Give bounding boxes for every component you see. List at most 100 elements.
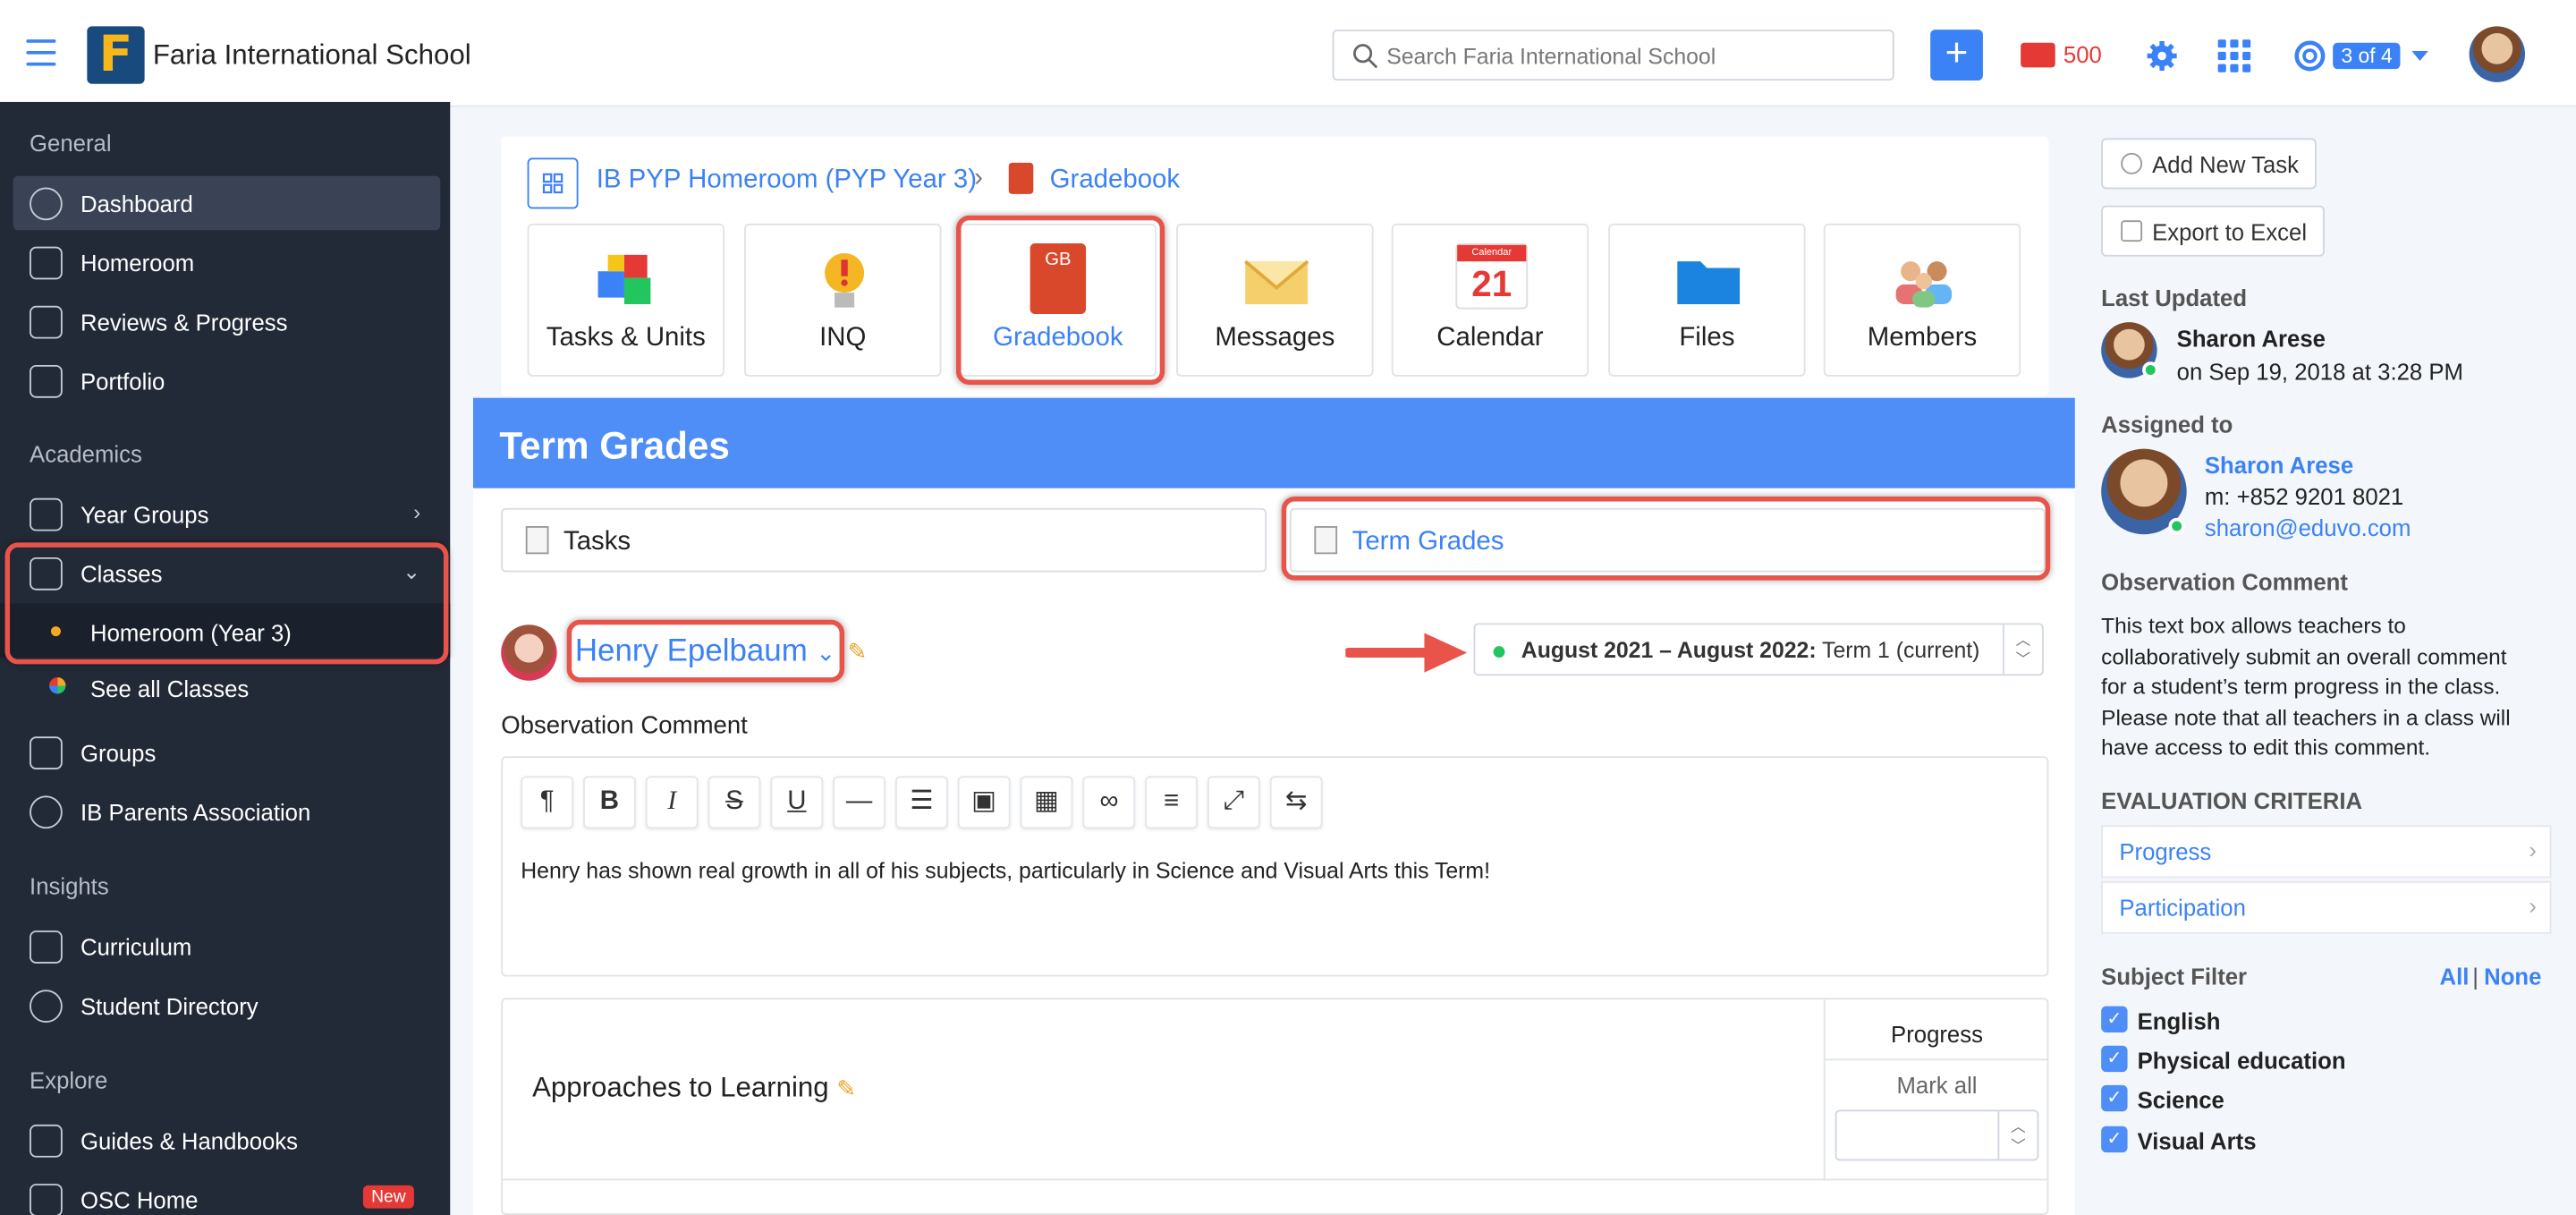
assigned-name-link[interactable]: Sharon Arese: [2205, 452, 2353, 478]
swap-direction-button[interactable]: ⇆: [1269, 776, 1323, 829]
observation-help-text: This text box allows teachers to collabor…: [2101, 613, 2511, 760]
progress-column: Progress Mark all ︿ ﹀: [1823, 999, 2049, 1181]
red-arrow-icon: [1345, 633, 1468, 673]
tab-label: Tasks: [563, 527, 631, 557]
sidebar-item-groups[interactable]: Groups: [13, 725, 441, 779]
observation-editor[interactable]: ¶ B I S U — ☰ ▣ ▦ ∞ ≡ ⤢ ⇆ Henry has show…: [501, 756, 2049, 977]
chevron-down-icon[interactable]: [2411, 50, 2428, 61]
sidebar-item-student-directory[interactable]: Student Directory: [13, 978, 441, 1032]
help-lifebuoy-icon[interactable]: [2293, 39, 2326, 72]
mark-all-input[interactable]: ︿ ﹀: [1835, 1109, 2039, 1161]
table-button[interactable]: ▦: [1020, 776, 1073, 829]
top-bar: F Faria International School Search Fari…: [0, 0, 2576, 107]
export-excel-button[interactable]: Export to Excel: [2101, 205, 2326, 257]
edit-pencil-icon[interactable]: ✎: [836, 1075, 856, 1101]
horizontal-rule-button[interactable]: —: [833, 776, 886, 829]
italic-button[interactable]: I: [645, 776, 699, 829]
calendar-month: Calendar: [1457, 244, 1527, 262]
tile-files[interactable]: Files: [1608, 223, 1806, 377]
tab-tasks[interactable]: Tasks: [501, 507, 1267, 573]
sidebar-item-label: Portfolio: [80, 368, 165, 395]
sidebar-item-ib-parents[interactable]: IB Parents Association: [13, 785, 441, 839]
tile-messages[interactable]: Messages: [1176, 223, 1374, 377]
highlight-box-student: [566, 619, 845, 683]
tile-label: Calendar: [1436, 324, 1544, 353]
spinner-arrows-icon[interactable]: ︿ ﹀: [2002, 624, 2042, 675]
sidebar-item-label: Homeroom: [80, 250, 195, 276]
student-avatar: [501, 624, 557, 681]
observation-text[interactable]: Henry has shown real growth in all of hi…: [521, 858, 1490, 883]
user-avatar[interactable]: [2469, 26, 2526, 82]
paragraph-button[interactable]: ¶: [521, 776, 574, 829]
chevron-right-icon: ›: [2529, 892, 2537, 920]
lightbulb-icon: [825, 252, 865, 308]
section-general: General: [30, 130, 112, 157]
checkbox-english[interactable]: ✓: [2101, 1006, 2128, 1033]
fullscreen-button[interactable]: ⤢: [1207, 776, 1260, 829]
school-logo[interactable]: F: [87, 26, 145, 84]
subject-label: Visual Arts: [2137, 1127, 2257, 1155]
gear-icon[interactable]: [2146, 39, 2179, 72]
filter-none-link[interactable]: None: [2484, 964, 2541, 990]
dashboard-icon: [30, 187, 63, 221]
highlight-box-gradebook: [955, 215, 1165, 386]
chart-line-icon: [30, 305, 63, 339]
sidebar-item-guides[interactable]: Guides & Handbooks: [13, 1113, 441, 1168]
sidebar-item-see-all-classes[interactable]: See all Classes: [0, 659, 450, 714]
tile-label: Tasks & Units: [546, 324, 706, 353]
right-panel: Add New Task Export to Excel Last Update…: [2076, 106, 2576, 1215]
mail-icon[interactable]: [2021, 42, 2055, 68]
school-name[interactable]: Faria International School: [153, 39, 471, 72]
members-icon: [1895, 261, 1953, 308]
list-button[interactable]: ☰: [895, 776, 948, 829]
sidebar-item-osc-home[interactable]: OSC Home New: [13, 1172, 441, 1215]
underline-button[interactable]: U: [770, 776, 824, 829]
breadcrumb-class[interactable]: IB PYP Homeroom (PYP Year 3): [597, 166, 977, 196]
strikethrough-button[interactable]: S: [708, 776, 761, 829]
checkbox-science[interactable]: ✓: [2101, 1084, 2128, 1112]
sidebar-item-label: Reviews & Progress: [80, 309, 288, 336]
mail-count[interactable]: 500: [2063, 41, 2102, 67]
link-button[interactable]: ∞: [1082, 776, 1136, 829]
sidebar-item-curriculum[interactable]: Curriculum: [13, 919, 441, 973]
bold-button[interactable]: B: [583, 776, 636, 829]
class-menu-grid-icon[interactable]: [527, 157, 579, 209]
tile-label: INQ: [819, 324, 867, 353]
puzzle-icon: [597, 254, 651, 304]
sidebar-item-homeroom[interactable]: Homeroom: [13, 235, 441, 290]
tile-tasks-units[interactable]: Tasks & Units: [527, 223, 724, 377]
checkbox-visual-arts[interactable]: ✓: [2101, 1126, 2128, 1153]
sidebar-item-dashboard[interactable]: Dashboard: [13, 175, 441, 231]
search-icon: [1353, 44, 1378, 69]
edit-pencil-icon[interactable]: ✎: [848, 638, 868, 666]
sidebar-item-portfolio[interactable]: Portfolio: [13, 353, 441, 408]
term-selector[interactable]: August 2021 – August 2022: Term 1 (curre…: [1473, 623, 2044, 676]
apps-grid-icon[interactable]: [2217, 39, 2251, 72]
chevron-right-icon: ›: [2529, 837, 2537, 863]
sidebar-item-reviews[interactable]: Reviews & Progress: [13, 294, 441, 349]
highlight-box-term-grades: [1281, 496, 2051, 581]
tile-calendar[interactable]: Calendar 21 Calendar: [1391, 223, 1589, 377]
subject-label: English: [2137, 1007, 2221, 1034]
sidebar-item-year-groups[interactable]: Year Groups ›: [13, 487, 441, 541]
filter-all-link[interactable]: All: [2440, 964, 2470, 990]
tile-inq[interactable]: INQ: [744, 223, 942, 377]
add-button[interactable]: +: [1930, 30, 1983, 81]
search-input[interactable]: Search Faria International School: [1332, 30, 1894, 81]
align-button[interactable]: ≡: [1145, 776, 1198, 829]
image-button[interactable]: ▣: [957, 776, 1011, 829]
assigned-email-link[interactable]: sharon@eduvo.com: [2205, 514, 2411, 540]
criteria-progress[interactable]: Progress ›: [2101, 825, 2552, 879]
cube-icon: [30, 736, 63, 770]
tile-members[interactable]: Members: [1823, 223, 2021, 377]
criteria-participation[interactable]: Participation ›: [2101, 880, 2552, 934]
subject-filter-heading: Subject Filter: [2101, 963, 2248, 990]
tile-label: Files: [1679, 324, 1735, 353]
new-badge: New: [362, 1185, 414, 1209]
pager-badge[interactable]: 3 of 4: [2333, 42, 2401, 70]
breadcrumb-gradebook[interactable]: Gradebook: [1050, 166, 1180, 196]
calendar-day: 21: [1471, 263, 1513, 304]
hamburger-menu-icon[interactable]: [26, 39, 56, 66]
add-new-task-button[interactable]: Add New Task: [2101, 138, 2318, 190]
checkbox-physical-education[interactable]: ✓: [2101, 1045, 2128, 1073]
